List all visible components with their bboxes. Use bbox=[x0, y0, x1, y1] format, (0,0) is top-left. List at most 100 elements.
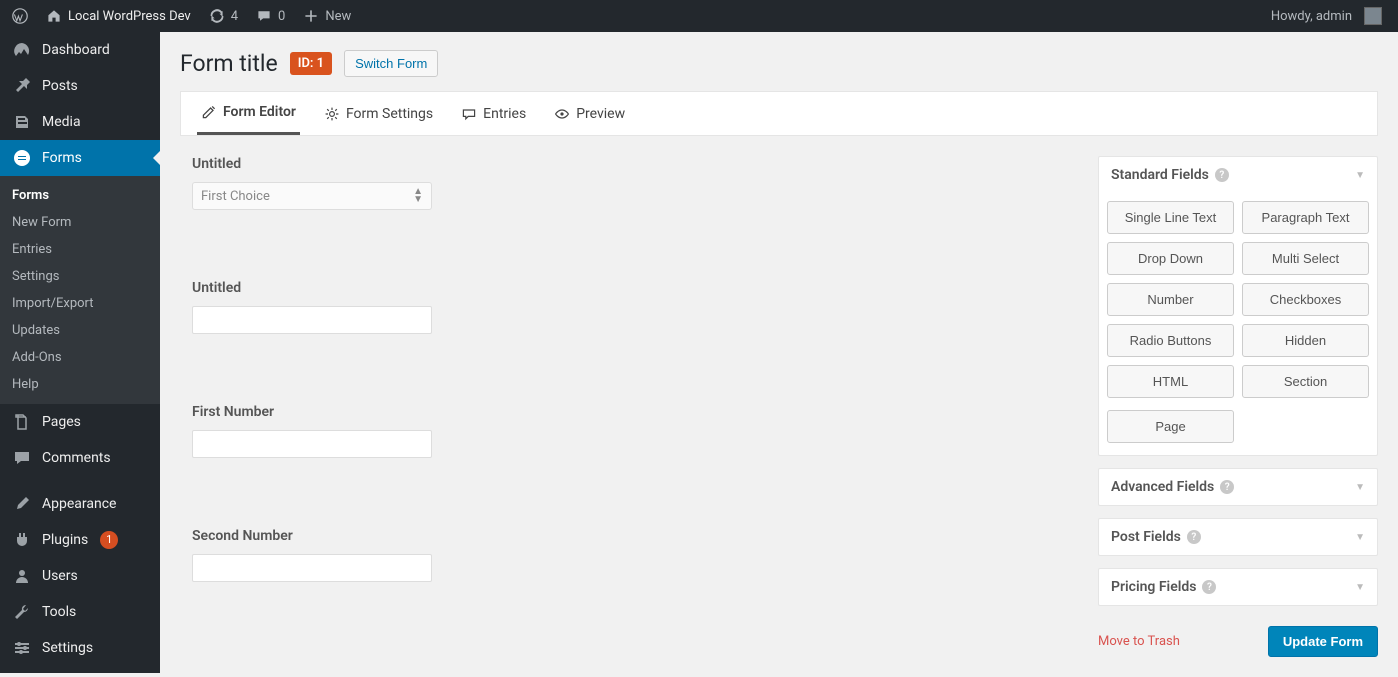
new-link[interactable]: New bbox=[295, 0, 359, 32]
new-label: New bbox=[325, 9, 351, 24]
wrench-icon bbox=[12, 602, 32, 622]
add-checkboxes[interactable]: Checkboxes bbox=[1242, 283, 1369, 316]
tab-form-editor[interactable]: Form Editor bbox=[197, 92, 300, 135]
comments-link[interactable]: 0 bbox=[248, 0, 293, 32]
panel-pricing-fields: Pricing Fields? ▼ bbox=[1098, 568, 1378, 606]
tab-entries[interactable]: Entries bbox=[457, 92, 530, 135]
page-heading: Form title ID: 1 Switch Form bbox=[180, 50, 1378, 77]
subnav-new-form[interactable]: New Form bbox=[0, 209, 160, 236]
site-name-text: Local WordPress Dev bbox=[68, 9, 191, 24]
sliders-icon bbox=[12, 638, 32, 658]
field-label: First Number bbox=[192, 404, 1066, 420]
field-number-1[interactable]: First Number bbox=[192, 404, 1066, 458]
plug-icon bbox=[12, 530, 32, 550]
field-dropdown[interactable]: Untitled First Choice ▲▼ bbox=[192, 156, 1066, 210]
nav-forms-submenu: Forms New Form Entries Settings Import/E… bbox=[0, 176, 160, 404]
avatar bbox=[1364, 7, 1382, 25]
move-to-trash-link[interactable]: Move to Trash bbox=[1098, 634, 1180, 649]
number-input[interactable] bbox=[192, 554, 432, 582]
plus-icon bbox=[303, 8, 319, 24]
updates-count: 4 bbox=[231, 9, 238, 24]
add-multi-select[interactable]: Multi Select bbox=[1242, 242, 1369, 275]
subnav-import-export[interactable]: Import/Export bbox=[0, 290, 160, 317]
add-page[interactable]: Page bbox=[1107, 410, 1234, 443]
chevron-down-icon: ▼ bbox=[1355, 582, 1365, 593]
switch-form-button[interactable]: Switch Form bbox=[344, 50, 438, 77]
media-icon bbox=[12, 112, 32, 132]
update-form-button[interactable]: Update Form bbox=[1268, 626, 1378, 657]
panel-header[interactable]: Post Fields? ▼ bbox=[1099, 519, 1377, 555]
admin-bar: Local WordPress Dev 4 0 New Howdy, admin bbox=[0, 0, 1398, 32]
comment-icon bbox=[256, 8, 272, 24]
subnav-help[interactable]: Help bbox=[0, 371, 160, 398]
pages-icon bbox=[12, 412, 32, 432]
add-section[interactable]: Section bbox=[1242, 365, 1369, 398]
home-icon bbox=[46, 8, 62, 24]
subnav-updates[interactable]: Updates bbox=[0, 317, 160, 344]
number-input[interactable] bbox=[192, 430, 432, 458]
add-radio-buttons[interactable]: Radio Buttons bbox=[1107, 324, 1234, 357]
pin-icon bbox=[12, 76, 32, 96]
tab-form-settings[interactable]: Form Settings bbox=[320, 92, 437, 135]
field-label: Second Number bbox=[192, 528, 1066, 544]
add-html[interactable]: HTML bbox=[1107, 365, 1234, 398]
nav-pages[interactable]: Pages bbox=[0, 404, 160, 440]
gear-icon bbox=[324, 106, 340, 122]
panel-header[interactable]: Pricing Fields? ▼ bbox=[1099, 569, 1377, 605]
panel-header[interactable]: Advanced Fields? ▼ bbox=[1099, 469, 1377, 505]
subnav-settings[interactable]: Settings bbox=[0, 263, 160, 290]
add-paragraph-text[interactable]: Paragraph Text bbox=[1242, 201, 1369, 234]
wp-logo[interactable] bbox=[4, 0, 36, 32]
add-hidden[interactable]: Hidden bbox=[1242, 324, 1369, 357]
select-arrows-icon: ▲▼ bbox=[413, 188, 423, 204]
refresh-icon bbox=[209, 8, 225, 24]
page-title: Form title bbox=[180, 50, 278, 77]
help-icon[interactable]: ? bbox=[1215, 168, 1229, 182]
updates-link[interactable]: 4 bbox=[201, 0, 246, 32]
field-label: Untitled bbox=[192, 156, 1066, 172]
subnav-entries[interactable]: Entries bbox=[0, 236, 160, 263]
main-content: Form title ID: 1 Switch Form Form Editor… bbox=[160, 0, 1398, 677]
chevron-down-icon: ▼ bbox=[1355, 482, 1365, 493]
admin-sidebar: Dashboard Posts Media Forms Forms New Fo… bbox=[0, 32, 160, 673]
text-input[interactable] bbox=[192, 306, 432, 334]
help-icon[interactable]: ? bbox=[1202, 580, 1216, 594]
nav-comments[interactable]: Comments bbox=[0, 440, 160, 476]
help-icon[interactable]: ? bbox=[1220, 480, 1234, 494]
nav-settings[interactable]: Settings bbox=[0, 630, 160, 666]
form-id-badge: ID: 1 bbox=[290, 52, 332, 75]
subnav-forms[interactable]: Forms bbox=[0, 182, 160, 209]
dropdown-input[interactable]: First Choice ▲▼ bbox=[192, 182, 432, 210]
user-icon bbox=[12, 566, 32, 586]
add-drop-down[interactable]: Drop Down bbox=[1107, 242, 1234, 275]
gauge-icon bbox=[12, 40, 32, 60]
nav-appearance[interactable]: Appearance bbox=[0, 486, 160, 522]
nav-media[interactable]: Media bbox=[0, 104, 160, 140]
eye-icon bbox=[554, 106, 570, 122]
nav-dashboard[interactable]: Dashboard bbox=[0, 32, 160, 68]
subnav-addons[interactable]: Add-Ons bbox=[0, 344, 160, 371]
field-text[interactable]: Untitled bbox=[192, 280, 1066, 334]
chat-icon bbox=[461, 106, 477, 122]
site-name[interactable]: Local WordPress Dev bbox=[38, 0, 199, 32]
tab-preview[interactable]: Preview bbox=[550, 92, 629, 135]
forms-icon bbox=[12, 148, 32, 168]
chevron-down-icon: ▼ bbox=[1355, 170, 1365, 181]
nav-tools[interactable]: Tools bbox=[0, 594, 160, 630]
nav-users[interactable]: Users bbox=[0, 558, 160, 594]
add-number[interactable]: Number bbox=[1107, 283, 1234, 316]
help-icon[interactable]: ? bbox=[1187, 530, 1201, 544]
add-single-line-text[interactable]: Single Line Text bbox=[1107, 201, 1234, 234]
nav-plugins[interactable]: Plugins1 bbox=[0, 522, 160, 558]
account-link[interactable]: Howdy, admin bbox=[1263, 0, 1390, 32]
panel-header[interactable]: Standard Fields? ▼ bbox=[1099, 157, 1377, 193]
field-number-2[interactable]: Second Number bbox=[192, 528, 1066, 582]
comment-icon bbox=[12, 448, 32, 468]
panel-advanced-fields: Advanced Fields? ▼ bbox=[1098, 468, 1378, 506]
panel-post-fields: Post Fields? ▼ bbox=[1098, 518, 1378, 556]
nav-posts[interactable]: Posts bbox=[0, 68, 160, 104]
chevron-down-icon: ▼ bbox=[1355, 532, 1365, 543]
brush-icon bbox=[12, 494, 32, 514]
nav-forms[interactable]: Forms bbox=[0, 140, 160, 176]
form-tabs: Form Editor Form Settings Entries Previe… bbox=[180, 91, 1378, 136]
